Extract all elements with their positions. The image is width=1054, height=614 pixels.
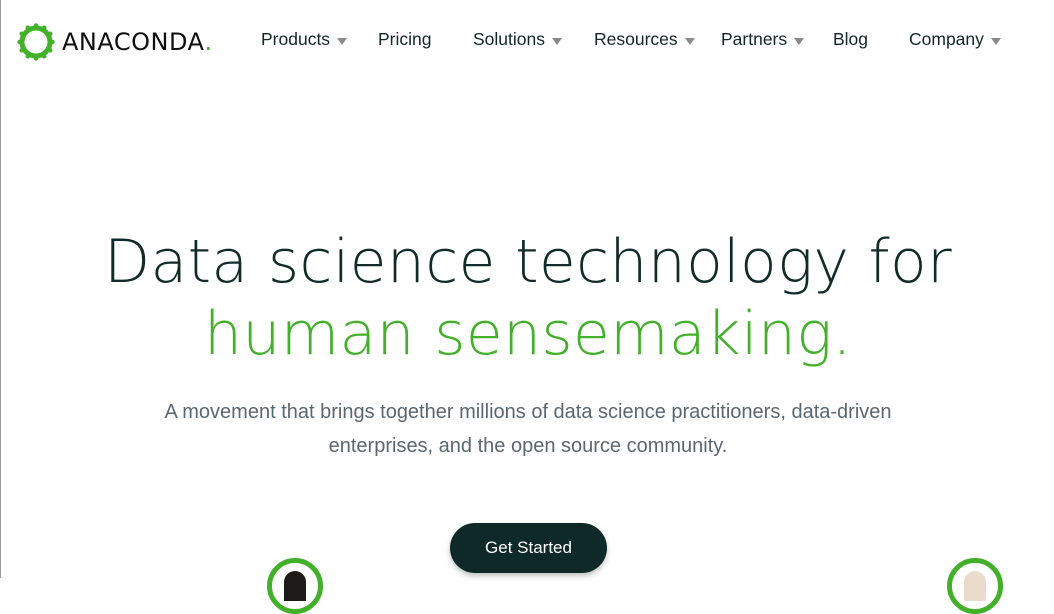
chevron-down-icon <box>684 37 695 45</box>
top-navigation: ANACONDA. Products Pricing Solutions Res… <box>1 0 1054 82</box>
nav-item-label: Pricing <box>378 29 432 49</box>
hero-title-line2: human sensemaking. <box>204 299 852 369</box>
nav-item-solutions[interactable]: Solutions <box>473 29 562 50</box>
nav-item-label: Partners <box>721 29 788 49</box>
chevron-down-icon <box>337 37 348 45</box>
nav-item-label: Blog <box>833 29 869 49</box>
get-started-button[interactable]: Get Started <box>450 523 607 573</box>
nav-item-products[interactable]: Products <box>261 29 348 50</box>
nav-item-partners[interactable]: Partners <box>721 29 805 50</box>
brand-name: ANACONDA <box>62 28 205 56</box>
nav-item-company[interactable]: Company <box>909 29 1001 50</box>
nav-item-label: Company <box>909 29 984 49</box>
hero-title: Data science technology for human sensem… <box>1 226 1054 370</box>
anaconda-ring-logo-icon <box>17 23 55 61</box>
community-avatar <box>947 558 1003 614</box>
hero-subtitle: A movement that brings together millions… <box>164 401 892 457</box>
nav-item-label: Products <box>261 29 331 49</box>
nav-item-resources[interactable]: Resources <box>594 29 695 50</box>
nav-item-pricing[interactable]: Pricing <box>378 29 432 50</box>
chevron-down-icon <box>990 37 1001 45</box>
community-avatar <box>267 558 323 614</box>
anaconda-logo-link[interactable]: ANACONDA. <box>17 22 212 62</box>
avatar-portrait <box>964 571 986 601</box>
chevron-down-icon <box>552 37 562 45</box>
hero-title-line1: Data science technology for <box>104 227 952 297</box>
nav-item-label: Resources <box>594 29 678 49</box>
chevron-down-icon <box>794 37 805 45</box>
nav-item-blog[interactable]: Blog <box>833 29 868 50</box>
avatar-portrait <box>284 571 306 601</box>
brand-dot: . <box>204 28 213 56</box>
nav-item-label: Solutions <box>473 29 545 49</box>
